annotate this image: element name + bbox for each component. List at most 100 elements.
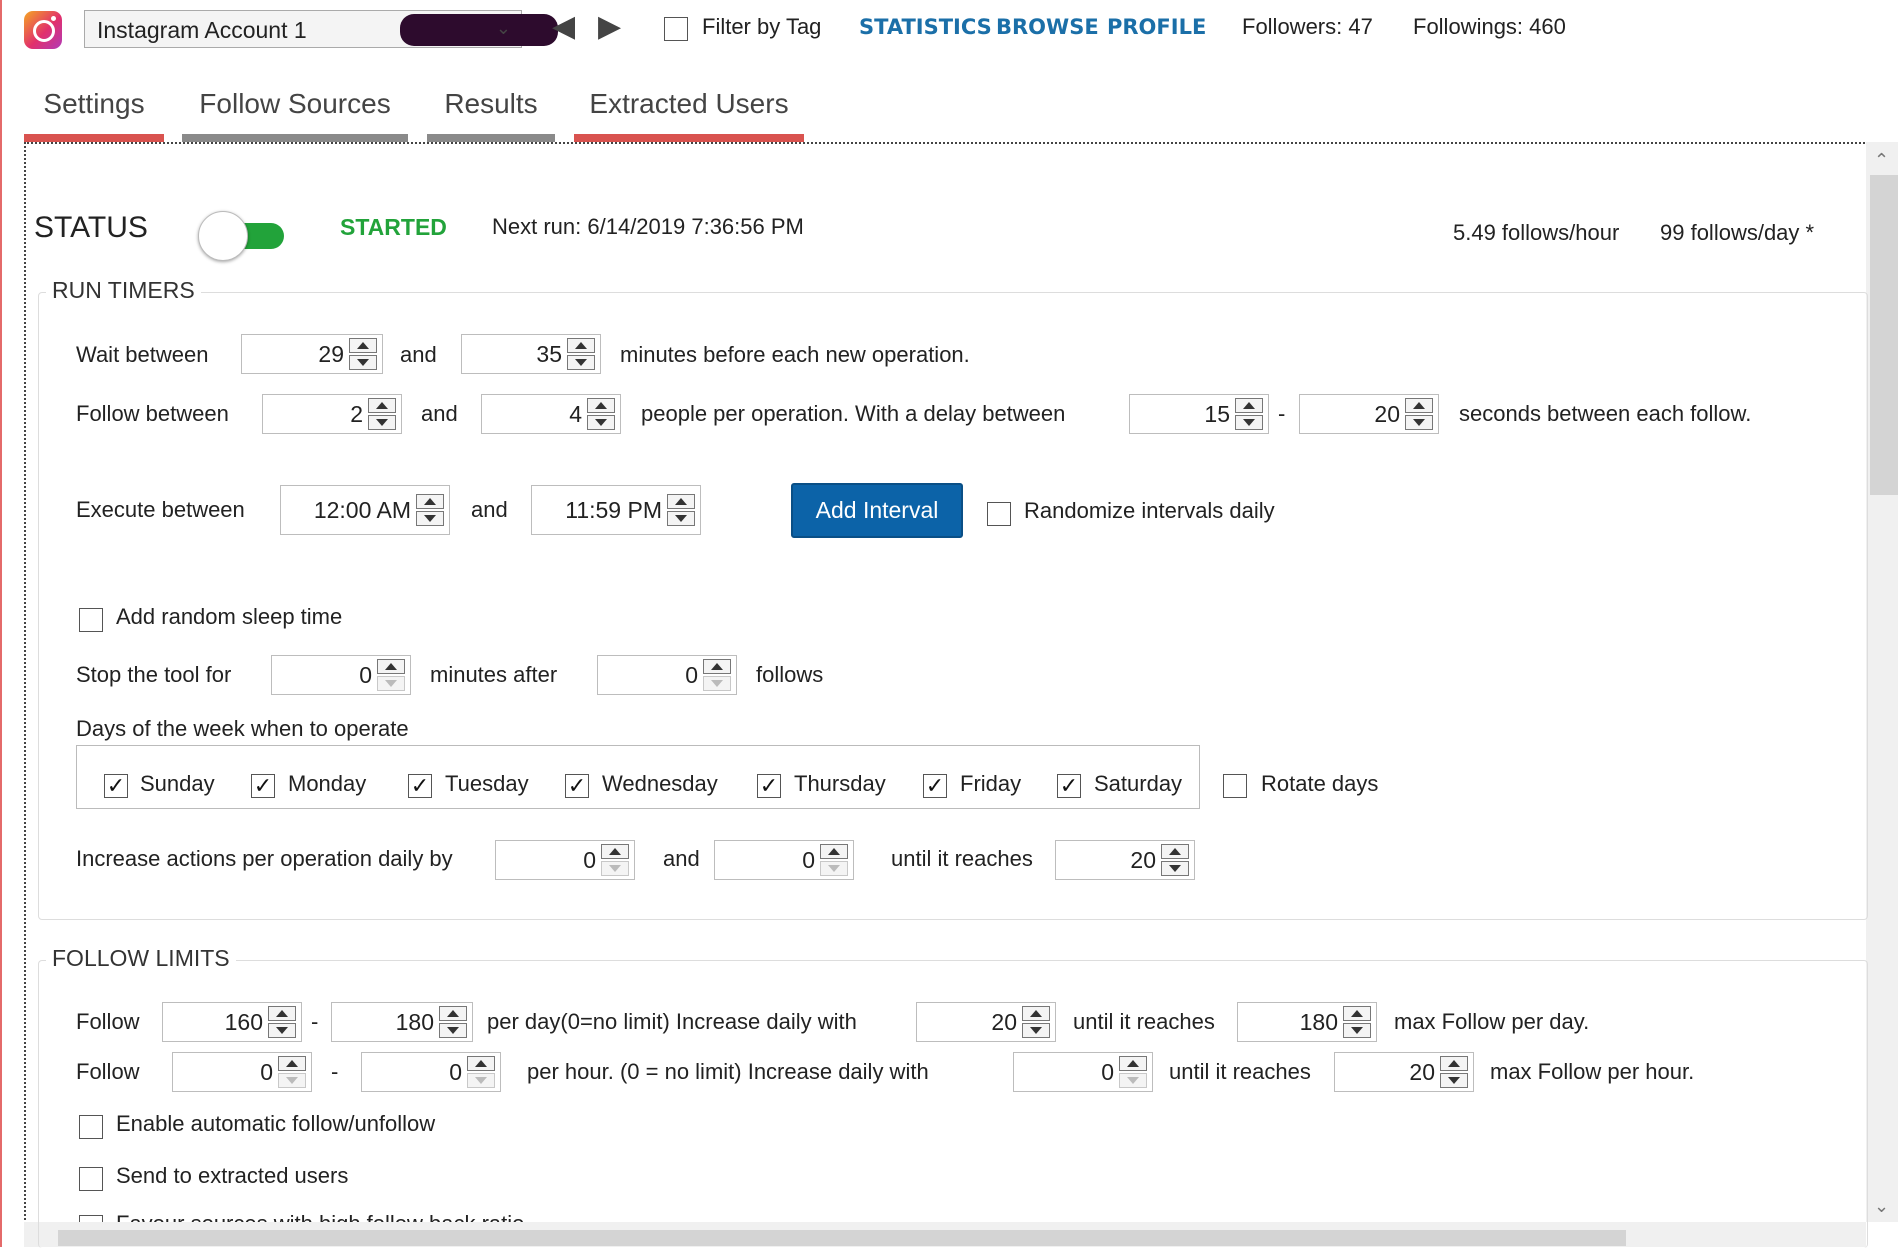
follow-limits-title: FOLLOW LIMITS [46,945,236,972]
favour-sources-checkbox[interactable] [79,1215,103,1222]
send-extracted-users-checkbox[interactable] [79,1167,103,1191]
auto-follow-unfollow-label: Enable automatic follow/unfollow [116,1111,436,1136]
follow-day-dash: - [311,1009,319,1034]
tab-follow-sources-underline [182,134,408,142]
follow-hour-limit-spinner[interactable]: 20 [1334,1052,1474,1092]
statistics-link[interactable]: STATISTICS [859,15,992,39]
clipped-row: Favour sources with high follow back rat… [24,1204,1866,1222]
stop-suffix: follows [756,662,824,687]
account-select[interactable]: Instagram Account 1 ⌄ [84,10,558,48]
tab-results[interactable]: Results [427,88,555,120]
follow-max-spinner[interactable]: 4 [481,394,621,434]
profile-link[interactable]: PROFILE [1107,15,1206,39]
add-interval-button[interactable]: Add Interval [791,483,963,538]
followings-count: Followings: 460 [1413,14,1566,39]
wait-and-label: and [400,342,437,367]
follow-day-until-label: until it reaches [1073,1009,1215,1034]
increase-and-label: and [663,846,700,871]
randomize-intervals-label: Randomize intervals daily [1024,498,1275,523]
previous-arrow-icon[interactable]: ◀ [552,9,575,44]
delay-min-spinner[interactable]: 15 [1129,394,1269,434]
status-toggle[interactable] [198,211,286,261]
stop-follows-spinner[interactable]: 0 [597,655,737,695]
increase-until-label: until it reaches [891,846,1033,871]
follow-and-label: and [421,401,458,426]
next-arrow-icon[interactable]: ▶ [598,9,621,44]
wait-max-spinner[interactable]: 35 [461,334,601,374]
follow-day-min-spinner[interactable]: 160 [162,1002,302,1042]
follow-min-spinner[interactable]: 2 [262,394,402,434]
day-friday-checkbox[interactable]: ✓ [923,774,947,798]
window-edge [0,0,2,1247]
auto-follow-unfollow-checkbox[interactable] [79,1115,103,1139]
chevron-down-icon: ⌄ [495,18,511,38]
follow-day-increase-spinner[interactable]: 20 [916,1002,1056,1042]
execute-end-spinner[interactable]: 11:59 PM [531,485,701,535]
follow-hour-mid-text: per hour. (0 = no limit) Increase daily … [527,1059,929,1084]
follows-per-day: 99 follows/day * [1660,220,1815,245]
follow-hour-label: Follow [76,1059,140,1084]
tab-extracted-users[interactable]: Extracted Users [574,88,804,120]
random-sleep-label: Add random sleep time [116,604,343,629]
delay-dash: - [1278,401,1286,426]
wait-between-label: Wait between [76,342,209,367]
send-extracted-users-label: Send to extracted users [116,1163,349,1188]
browse-link[interactable]: BROWSE [996,15,1099,39]
vertical-scroll-thumb[interactable] [1870,175,1898,495]
wait-min-spinner[interactable]: 29 [241,334,383,374]
day-thursday-checkbox[interactable]: ✓ [757,774,781,798]
follow-hour-suffix: max Follow per hour. [1490,1059,1695,1084]
status-state: STARTED [340,214,447,240]
increase-actions-label: Increase actions per operation daily by [76,846,453,871]
day-friday-label: Friday [960,771,1022,796]
scroll-down-icon[interactable]: ⌄ [1874,1196,1889,1217]
day-monday-label: Monday [288,771,367,796]
day-wednesday-checkbox[interactable]: ✓ [565,774,589,798]
follow-hour-increase-spinner[interactable]: 0 [1013,1052,1153,1092]
day-sunday-label: Sunday [140,771,215,796]
day-thursday-label: Thursday [794,771,886,796]
tab-follow-sources[interactable]: Follow Sources [182,88,408,120]
tab-settings[interactable]: Settings [24,88,164,120]
followers-count: Followers: 47 [1242,14,1373,39]
follow-hour-dash: - [331,1059,339,1084]
follow-mid-text: people per operation. With a delay betwe… [641,401,1066,426]
tab-extracted-users-underline [574,134,804,142]
day-monday-checkbox[interactable]: ✓ [251,774,275,798]
execute-and-label: and [471,497,508,522]
day-wednesday-label: Wednesday [602,771,718,796]
day-sunday-checkbox[interactable]: ✓ [104,774,128,798]
rotate-days-checkbox[interactable] [1223,774,1247,798]
follow-day-max-spinner[interactable]: 180 [331,1002,473,1042]
follow-between-label: Follow between [76,401,229,426]
follow-day-suffix: max Follow per day. [1394,1009,1590,1034]
follows-per-hour: 5.49 follows/hour [1453,220,1620,245]
randomize-intervals-checkbox[interactable] [987,502,1011,526]
next-run-text: Next run: 6/14/2019 7:36:56 PM [492,214,804,239]
increase-min-spinner[interactable]: 0 [495,840,635,880]
wait-suffix: minutes before each new operation. [620,342,970,367]
day-saturday-checkbox[interactable]: ✓ [1057,774,1081,798]
stop-minutes-spinner[interactable]: 0 [271,655,411,695]
increase-limit-spinner[interactable]: 20 [1055,840,1195,880]
redaction-mark [400,14,558,46]
scroll-up-icon[interactable]: ⌃ [1874,150,1889,171]
stop-tool-label: Stop the tool for [76,662,232,687]
rotate-days-label: Rotate days [1261,771,1379,796]
delay-max-spinner[interactable]: 20 [1299,394,1439,434]
tab-settings-underline [24,134,164,142]
random-sleep-checkbox[interactable] [79,608,103,632]
follow-hour-max-spinner[interactable]: 0 [361,1052,501,1092]
day-tuesday-checkbox[interactable]: ✓ [408,774,432,798]
follow-day-limit-spinner[interactable]: 180 [1237,1002,1377,1042]
follow-hour-min-spinner[interactable]: 0 [172,1052,312,1092]
status-title: STATUS [34,211,148,244]
delay-suffix: seconds between each follow. [1459,401,1752,426]
run-timers-title: RUN TIMERS [46,277,201,304]
increase-max-spinner[interactable]: 0 [714,840,854,880]
stop-mid-text: minutes after [430,662,558,687]
execute-start-spinner[interactable]: 12:00 AM [280,485,450,535]
filter-by-tag-checkbox[interactable] [664,17,688,41]
day-saturday-label: Saturday [1094,771,1183,796]
execute-between-label: Execute between [76,497,245,522]
